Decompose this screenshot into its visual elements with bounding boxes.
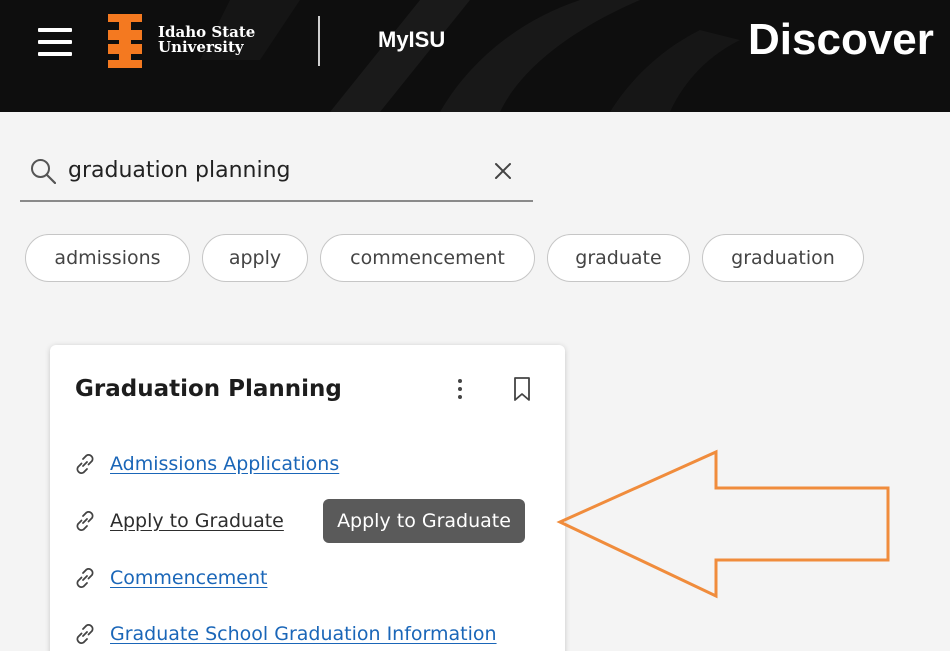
hamburger-bar <box>38 52 72 56</box>
portal-name[interactable]: MyISU <box>378 27 445 53</box>
link-icon <box>76 511 94 531</box>
link-apply-to-graduate[interactable]: Apply to Graduate <box>72 506 284 536</box>
chip-graduate[interactable]: graduate <box>547 234 690 282</box>
link-label[interactable]: Graduate School Graduation Information <box>110 623 497 645</box>
chip-admissions[interactable]: admissions <box>25 234 190 282</box>
card-title: Graduation Planning <box>75 376 342 402</box>
search-icon <box>31 159 56 184</box>
tooltip: Apply to Graduate <box>323 499 525 543</box>
link-label[interactable]: Admissions Applications <box>110 453 339 475</box>
isu-logo-icon[interactable] <box>108 14 142 68</box>
hamburger-bar <box>38 28 72 32</box>
chip-commencement[interactable]: commencement <box>320 234 535 282</box>
page-title: Discover <box>748 15 934 64</box>
hamburger-menu-button[interactable] <box>38 28 72 56</box>
hamburger-bar <box>38 40 72 44</box>
search-input[interactable] <box>68 152 478 188</box>
link-icon <box>76 624 94 644</box>
graduation-planning-card: Graduation Planning Admissions Applicati… <box>50 345 565 651</box>
search-bar <box>20 142 533 202</box>
chip-graduation[interactable]: graduation <box>702 234 864 282</box>
link-icon <box>76 454 94 474</box>
header-divider <box>318 16 320 66</box>
chip-apply[interactable]: apply <box>202 234 308 282</box>
arrow-left-icon <box>556 449 890 599</box>
link-graduate-school-graduation-information[interactable]: Graduate School Graduation Information <box>72 619 497 649</box>
suggestion-chips: admissions apply commencement graduate g… <box>25 234 864 282</box>
link-label[interactable]: Commencement <box>110 567 267 589</box>
bookmark-icon[interactable] <box>510 375 534 403</box>
wordmark-line2: University <box>158 38 244 56</box>
link-label[interactable]: Apply to Graduate <box>110 510 284 532</box>
close-icon[interactable] <box>492 160 514 182</box>
top-header: Idaho State University MyISU Discover <box>0 0 950 112</box>
link-icon <box>76 568 94 588</box>
kebab-icon[interactable] <box>452 375 468 403</box>
university-wordmark[interactable]: Idaho State University <box>158 25 255 55</box>
link-commencement[interactable]: Commencement <box>72 563 267 593</box>
link-admissions-applications[interactable]: Admissions Applications <box>72 449 339 479</box>
